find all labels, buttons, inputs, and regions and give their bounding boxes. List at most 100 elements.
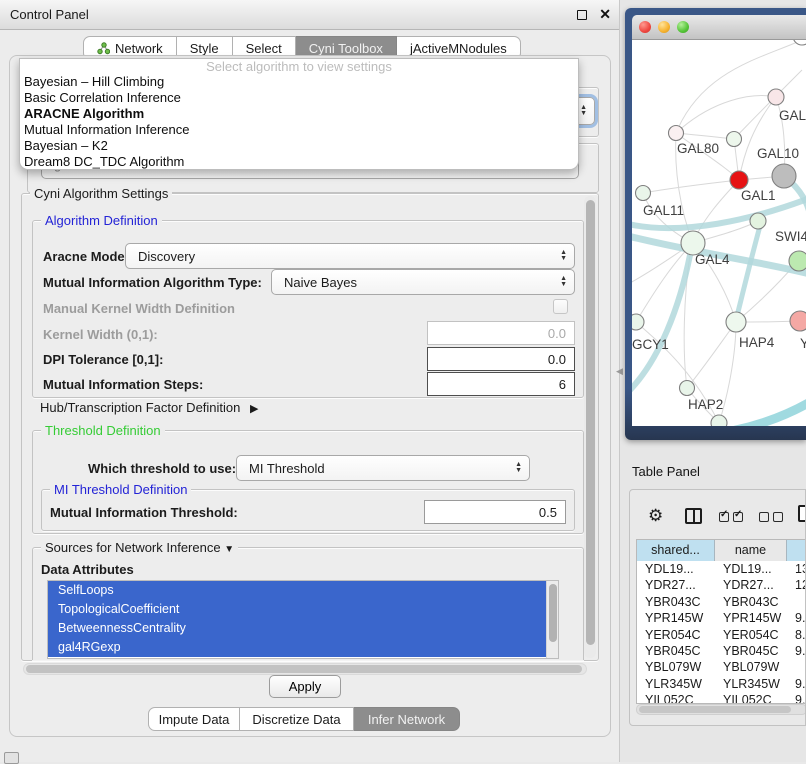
manual-kernel-checkbox[interactable] (553, 299, 568, 314)
network-node-GCY1[interactable] (632, 314, 644, 330)
close-icon[interactable]: ✕ (599, 6, 611, 23)
list-scrollbar[interactable] (546, 581, 558, 658)
tab-discretize-data[interactable]: Discretize Data (240, 707, 354, 731)
unchecked-checkbox-icon[interactable] (773, 512, 783, 522)
gear-icon[interactable]: ⚙ (648, 507, 663, 524)
network-node-label: HAP2 (688, 397, 723, 412)
network-node[interactable] (772, 164, 796, 188)
network-edge[interactable] (687, 322, 736, 388)
network-node-GAL[interactable] (768, 89, 784, 105)
mi-steps-field[interactable]: 6 (427, 372, 575, 396)
dpi-tolerance-value: 0.0 (548, 352, 566, 367)
table-row[interactable]: YBL079WYBL079W (637, 659, 806, 675)
document-icon[interactable] (798, 505, 806, 522)
splitter-collapse-icon[interactable]: ◀ (616, 366, 623, 377)
table-cell: YIL052C (637, 692, 715, 704)
settings-vertical-scrollbar[interactable] (584, 196, 596, 658)
network-edge[interactable] (739, 97, 776, 180)
table-header-row: shared...nameA (637, 540, 806, 561)
network-node-Y[interactable] (790, 311, 806, 331)
network-node-GAL1[interactable] (730, 171, 748, 189)
network-node-GAL11[interactable] (636, 186, 651, 201)
network-edge[interactable] (643, 180, 739, 193)
sources-title[interactable]: Sources for Network Inference ▼ (41, 540, 238, 555)
data-attribute-item[interactable]: BetweennessCentrality (48, 619, 547, 638)
algorithm-popup-item[interactable]: Bayesian – K2 (20, 138, 578, 154)
tab-infer-network[interactable]: Infer Network (354, 707, 460, 731)
table-cell: YIL052C (715, 692, 787, 704)
network-node-GAL10[interactable] (727, 132, 742, 147)
split-columns-icon[interactable] (685, 508, 702, 524)
network-node-SWI4[interactable] (750, 213, 766, 229)
table-horizontal-scrollbar[interactable] (636, 704, 806, 715)
network-node-label: GAL10 (757, 146, 799, 161)
algorithm-popup-item[interactable]: Basic Correlation Inference (20, 90, 578, 106)
network-graph[interactable]: GALGAL80GAL10GAL1GAL11SWI4GAL4GCY1HAP4YH… (632, 40, 806, 426)
mi-threshold-field[interactable]: 0.5 (424, 500, 566, 524)
network-edge[interactable] (734, 70, 802, 139)
algorithm-popup-item[interactable]: Mutual Information Inference (20, 122, 578, 138)
algorithm-definition-title: Algorithm Definition (41, 213, 162, 228)
table-row[interactable]: YER054CYER054C8. (637, 627, 806, 643)
mi-type-value: Naive Bayes (284, 275, 357, 290)
data-attribute-item[interactable]: gal4RGexp (48, 638, 547, 657)
column-header-2[interactable]: name (715, 540, 787, 561)
dpi-tolerance-field[interactable]: 0.0 (427, 347, 575, 371)
settings-horizontal-scrollbar[interactable] (23, 663, 587, 675)
combo-arrows-icon: ▲▼ (515, 462, 522, 474)
network-view-window: GALGAL80GAL10GAL1GAL11SWI4GAL4GCY1HAP4YH… (625, 8, 806, 440)
data-attribute-item[interactable]: TopologicalCoefficient (48, 600, 547, 619)
table-row[interactable]: YBR043CYBR043C (637, 594, 806, 610)
table-cell: YER054C (637, 627, 715, 643)
grip-icon[interactable] (4, 752, 19, 764)
network-node[interactable] (711, 415, 727, 426)
network-edge[interactable] (676, 133, 734, 139)
checked-checkbox-icon[interactable] (733, 512, 743, 522)
algorithm-dropdown-popup: Select algorithm to view settings Bayesi… (19, 58, 579, 170)
table-row[interactable]: YLR345WYLR345W9. (637, 676, 806, 692)
aracne-mode-value: Discovery (138, 249, 195, 264)
zoom-traffic-light-icon[interactable] (677, 21, 689, 33)
minimize-traffic-light-icon[interactable] (658, 21, 670, 33)
network-node-HAP4[interactable] (726, 312, 746, 332)
column-header-1[interactable]: shared... (637, 540, 715, 561)
data-attribute-item[interactable]: SelfLoops (48, 581, 547, 600)
apply-button[interactable]: Apply (269, 675, 341, 698)
aracne-mode-label: Aracne Mode: (43, 249, 129, 264)
network-node-label: GCY1 (632, 337, 669, 352)
tab-label: Network (115, 41, 163, 56)
control-panel-window: Control Panel ✕ NetworkStyleSelectCyni T… (0, 0, 620, 762)
expander-down-arrow-icon: ▼ (224, 544, 234, 555)
mi-type-combobox[interactable]: Naive Bayes ▲▼ (271, 269, 575, 295)
table-row[interactable]: YPR145WYPR145W9. (637, 610, 806, 626)
network-node-label: GAL11 (643, 203, 684, 218)
which-threshold-label: Which threshold to use: (88, 461, 236, 476)
close-traffic-light-icon[interactable] (639, 21, 651, 33)
hub-definition-expander[interactable]: Hub/Transcription Factor Definition ▶ (40, 400, 258, 415)
aracne-mode-combobox[interactable]: Discovery ▲▼ (125, 243, 575, 269)
network-window-titlebar (632, 15, 806, 40)
table-row[interactable]: YBR045CYBR045C9. (637, 643, 806, 659)
network-node-HAP2[interactable] (680, 381, 695, 396)
table-cell: YDR27... (637, 577, 715, 593)
network-node[interactable] (789, 251, 806, 271)
data-attributes-list: SelfLoopsTopologicalCoefficientBetweenne… (47, 580, 559, 659)
checked-checkbox-icon[interactable] (719, 512, 729, 522)
table-row[interactable]: YDL19...YDL19...13 (637, 561, 806, 577)
network-edge[interactable] (736, 226, 760, 320)
network-edge[interactable] (676, 96, 776, 133)
tab-impute-data[interactable]: Impute Data (148, 707, 240, 731)
network-node-GAL80[interactable] (669, 126, 684, 141)
algorithm-popup-item[interactable]: ARACNE Algorithm (20, 106, 578, 122)
table-row[interactable]: YIL052CYIL052C9. (637, 692, 806, 704)
algorithm-popup-item[interactable]: Dream8 DC_TDC Algorithm (20, 154, 578, 170)
table-row[interactable]: YDR27...YDR27...12 (637, 577, 806, 593)
column-header-3[interactable]: A (787, 540, 806, 561)
network-node-label: GAL4 (695, 252, 730, 267)
kernel-width-field[interactable]: 0.0 (427, 321, 575, 345)
which-threshold-combobox[interactable]: MI Threshold ▲▼ (236, 455, 530, 481)
unchecked-checkbox-icon[interactable] (759, 512, 769, 522)
algorithm-popup-item[interactable]: Bayesian – Hill Climbing (20, 74, 578, 90)
network-canvas[interactable]: GALGAL80GAL10GAL1GAL11SWI4GAL4GCY1HAP4YH… (632, 40, 806, 426)
float-panel-icon[interactable] (577, 10, 587, 20)
